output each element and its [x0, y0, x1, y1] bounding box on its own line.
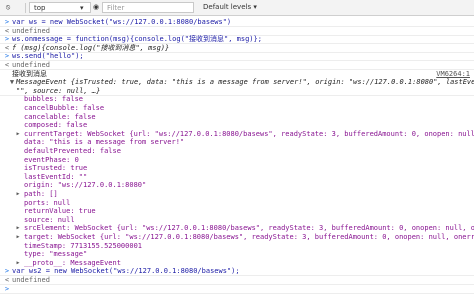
eye-icon[interactable]: ◉: [93, 2, 99, 13]
console-toolbar: ⦸ top ▾ ◉ Filter Default levels ▾: [0, 0, 474, 16]
clear-console-icon[interactable]: ⦸: [3, 2, 13, 13]
context-selector[interactable]: top ▾: [29, 2, 91, 13]
chevron-down-icon: ▾: [80, 4, 84, 12]
log-levels-dropdown[interactable]: Default levels ▾: [203, 2, 257, 13]
filter-input[interactable]: Filter: [102, 2, 194, 13]
toolbar-divider: [25, 3, 26, 13]
context-label: top: [34, 4, 46, 12]
filter-placeholder: Filter: [107, 4, 125, 12]
input-prompt-icon: >: [4, 284, 10, 293]
console-line: >: [0, 285, 474, 294]
